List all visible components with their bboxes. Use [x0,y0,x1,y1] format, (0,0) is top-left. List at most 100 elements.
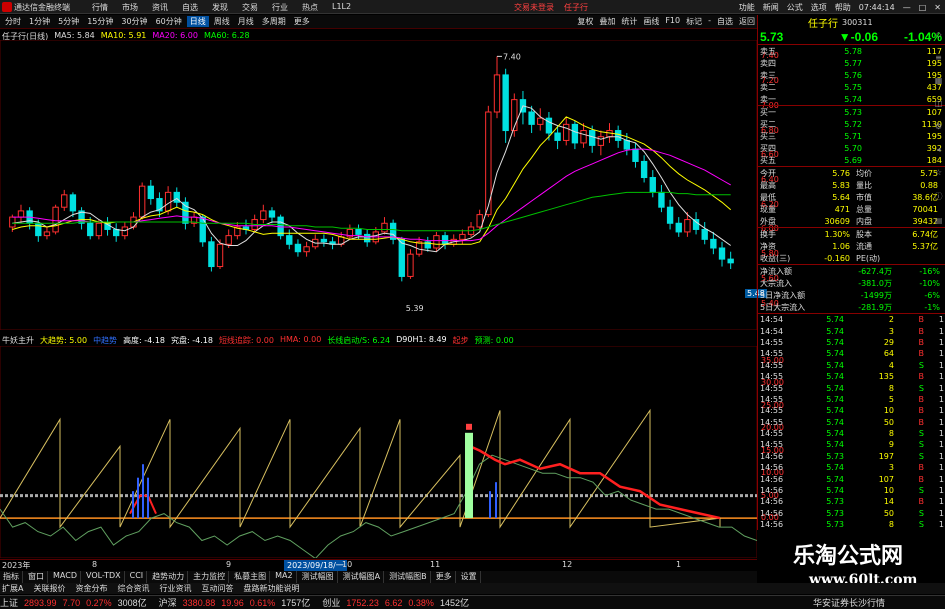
candle[interactable] [234,222,241,240]
tool-f10[interactable]: F10 [665,16,680,27]
tool-stats[interactable]: 统计 [621,16,637,27]
candle[interactable] [563,118,570,146]
candle[interactable] [320,234,328,247]
candle[interactable] [190,212,198,227]
period-more[interactable]: 更多 [291,16,313,27]
candle[interactable] [251,214,258,232]
candle[interactable] [329,236,336,250]
indicator-tab[interactable]: MACD [50,571,81,583]
candle[interactable] [666,199,674,230]
chart-icon[interactable]: ◫ [935,99,943,108]
pin-icon[interactable]: ◇ [935,30,941,39]
period-60min[interactable]: 60分钟 [153,16,185,27]
menu-trade[interactable]: 交易 [242,2,258,13]
candle[interactable] [346,224,354,240]
tool-overlay[interactable]: 叠加 [599,16,615,27]
candle[interactable] [718,241,726,267]
candle[interactable] [407,249,414,279]
info-tab[interactable]: 资金分布 [73,583,109,594]
period-daily[interactable]: 日线 [186,16,209,27]
candle[interactable] [701,222,708,245]
indicator-tab[interactable]: MA2 [272,571,297,583]
candle[interactable] [537,108,544,131]
period-15min[interactable]: 15分钟 [84,16,116,27]
period-30min[interactable]: 30分钟 [118,16,150,27]
candle[interactable] [303,241,310,257]
tool-adjust[interactable]: 复权 [577,16,593,27]
period-monthly[interactable]: 月线 [235,16,257,27]
list-icon[interactable]: ≡ [935,53,942,62]
candle[interactable] [61,189,68,211]
indicator-name[interactable]: 牛妖主升 [2,335,34,346]
candle[interactable] [43,226,51,240]
maximize-icon[interactable]: □ [919,3,927,12]
candle[interactable] [649,170,656,198]
indicator-tab[interactable]: 设置 [458,571,481,583]
trade-login-link[interactable]: 交易未登录 [514,2,554,13]
candle[interactable] [260,204,267,224]
indicator-tab[interactable]: 测试幅图B [386,571,431,583]
indicator-tab[interactable]: 测试幅图 [299,571,338,583]
candle[interactable] [182,197,189,230]
star-icon[interactable]: ☆ [935,168,942,177]
current-stock-link[interactable]: 任子行 [564,2,588,13]
close-icon[interactable]: ✕ [934,3,941,12]
minimize-icon[interactable]: — [903,3,911,12]
candle[interactable] [147,180,154,205]
candle[interactable] [519,90,527,125]
menu-discover[interactable]: 发现 [212,2,228,13]
tool-draw[interactable]: 画线 [643,16,659,27]
candle[interactable] [675,217,682,237]
menu-help[interactable]: 帮助 [835,2,851,13]
candle[interactable] [658,184,665,213]
info-icon[interactable]: ⓘ [935,191,943,202]
candle[interactable] [459,229,466,245]
indicator-tab[interactable]: 私募主图 [231,571,271,583]
info-tab[interactable]: 盘路新功能说明 [241,583,301,594]
grid-icon[interactable]: ▦ [935,76,943,85]
candle[interactable] [17,204,25,224]
candle[interactable] [363,229,371,247]
menu-formula[interactable]: 公式 [787,2,803,13]
tool-minus[interactable]: - [708,16,711,27]
candle[interactable] [571,120,579,150]
candle[interactable] [69,192,77,218]
candle[interactable] [268,207,276,224]
indicator-chart[interactable] [0,346,757,558]
candle[interactable] [640,155,648,183]
arrow-icon[interactable]: ◂ [936,145,940,154]
candle[interactable] [113,223,120,242]
indicator-tab[interactable]: 趋势动力 [149,571,189,583]
period-weekly[interactable]: 周线 [211,16,233,27]
candle[interactable] [173,187,180,208]
candle[interactable] [104,217,111,236]
menu-options[interactable]: 选项 [811,2,827,13]
candle[interactable] [294,239,302,257]
menu-quotes[interactable]: 行情 [92,2,108,13]
candle[interactable] [242,219,250,235]
news-icon[interactable]: ▤ [935,216,943,225]
candle[interactable] [433,231,440,252]
candle[interactable] [467,222,475,237]
menu-watchlist[interactable]: 自选 [182,2,198,13]
tool-back[interactable]: 返回 [739,16,755,27]
menu-function[interactable]: 功能 [739,2,755,13]
indicator-tab[interactable]: 指标 [0,571,23,583]
menu-l1l2[interactable]: L1L2 [332,2,351,13]
candle[interactable] [632,142,639,168]
candlestick-chart[interactable]: 7.40 5.39 [0,40,757,330]
tool-watch[interactable]: 自选 [717,16,733,27]
info-tab[interactable]: 扩展A [0,583,25,594]
indicator-tab[interactable]: 主力监控 [190,571,230,583]
menu-market[interactable]: 市场 [122,2,138,13]
candle[interactable] [78,207,85,230]
candle[interactable] [389,219,397,245]
candle[interactable] [138,182,146,220]
indicator-tab[interactable]: CCI [127,571,148,583]
indicator-tab[interactable]: 更多 [433,571,456,583]
candle[interactable] [710,231,717,255]
tick-trades[interactable]: 14:54 5.74 2 B 1 14:54 5.74 3 B 1 14:55 5.74 29 B 1 14:… [758,314,945,530]
period-5min[interactable]: 5分钟 [55,16,82,27]
menu-news2[interactable]: 新闻 [763,2,779,13]
candle[interactable] [208,236,215,272]
